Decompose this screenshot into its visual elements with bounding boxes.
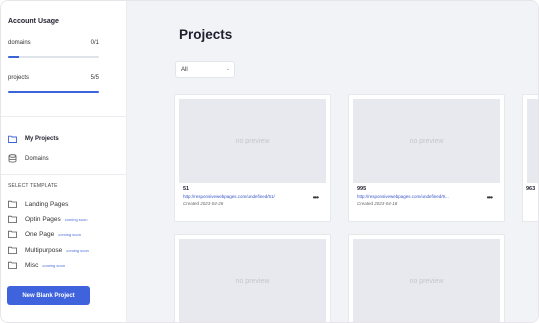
project-card[interactable]: no preview [348,234,505,322]
sidebar-item-label: Domains [25,155,49,162]
template-optin-pages[interactable]: Optin Pages coming soon [8,214,87,224]
sidebar-item-label: My Projects [25,135,59,142]
template-label: Optin Pages [25,215,61,223]
no-preview-text: no preview [409,277,444,285]
template-misc[interactable]: Misc coming soon [8,260,65,270]
coming-soon-badge: coming soon [58,231,81,237]
preview-thumbnail[interactable]: no preview [353,99,500,183]
no-preview-text: no preview [235,277,270,285]
preview-thumbnail[interactable] [527,99,538,183]
project-created-date: Created 2023-04-26 [183,201,224,206]
coming-soon-badge: coming soon [42,262,66,268]
usage-domains-value: 0/1 [90,40,99,46]
template-label: Misc [25,261,39,269]
sidebar-divider [1,116,127,117]
no-preview-text: no preview [235,137,270,145]
project-card[interactable]: no preview [174,234,331,322]
template-label: Multipurpose [25,246,63,254]
template-multipurpose[interactable]: Multipurpose coming soon [8,245,89,255]
account-usage-title: Account Usage [8,18,59,25]
project-filter-select[interactable]: All ⌄ [175,61,235,78]
sidebar-item-my-projects[interactable]: My Projects [8,133,59,144]
project-card[interactable]: 963 [522,94,538,222]
app-window: Account Usage domains 0/1 projects 5/5 M… [0,0,539,323]
coming-soon-badge: coming soon [66,247,89,253]
page-title: Projects [179,27,233,42]
select-template-title: SELECT TEMPLATE [8,183,58,189]
template-label: One Page [25,230,55,238]
domains-usage-bar [8,56,99,58]
project-name: 51 [183,186,190,192]
main-content: Projects All ⌄ no preview 51 http://resp… [127,1,538,322]
folder-icon [8,261,17,269]
sidebar-divider [1,174,127,175]
preview-thumbnail[interactable]: no preview [179,239,326,322]
chevron-down-icon: ⌄ [225,66,230,72]
usage-domains-label: domains [8,40,31,46]
new-blank-project-button[interactable]: New Blank Project [7,286,90,305]
more-options-icon[interactable]: ••• [487,194,493,202]
project-created-date: Created 2023-04-18 [357,201,398,206]
template-label: Landing Pages [25,200,69,208]
sidebar: Account Usage domains 0/1 projects 5/5 M… [1,1,127,322]
usage-projects-value: 5/5 [90,75,99,81]
project-name: 995 [357,186,367,192]
preview-thumbnail[interactable]: no preview [353,239,500,322]
usage-projects-label: projects [8,75,30,81]
folder-icon [8,246,17,254]
folder-icon [8,230,17,238]
template-landing-pages[interactable]: Landing Pages [8,199,68,209]
more-options-icon[interactable]: ••• [313,194,319,202]
preview-thumbnail[interactable]: no preview [179,99,326,183]
folder-icon [8,135,17,143]
project-url-link[interactable]: http://responsivewebpages.com/undefined/… [183,194,293,199]
no-preview-text: no preview [409,137,444,145]
folder-icon [8,215,17,223]
database-icon [8,154,17,163]
projects-usage-bar [8,91,99,93]
filter-value: All [181,66,188,73]
project-card[interactable]: no preview 51 http://responsivewebpages.… [174,94,331,222]
project-url-link[interactable]: http://responsivewebpages.com/undefined/… [357,194,467,199]
project-name: 963 [526,186,536,192]
project-card[interactable]: no preview 995 http://responsivewebpages… [348,94,505,222]
domains-usage-fill [8,56,19,58]
coming-soon-badge: coming soon [64,216,88,222]
folder-icon [8,200,17,208]
template-one-page[interactable]: One Page coming soon [8,229,81,239]
projects-usage-fill [8,91,99,93]
sidebar-item-domains[interactable]: Domains [8,153,49,164]
